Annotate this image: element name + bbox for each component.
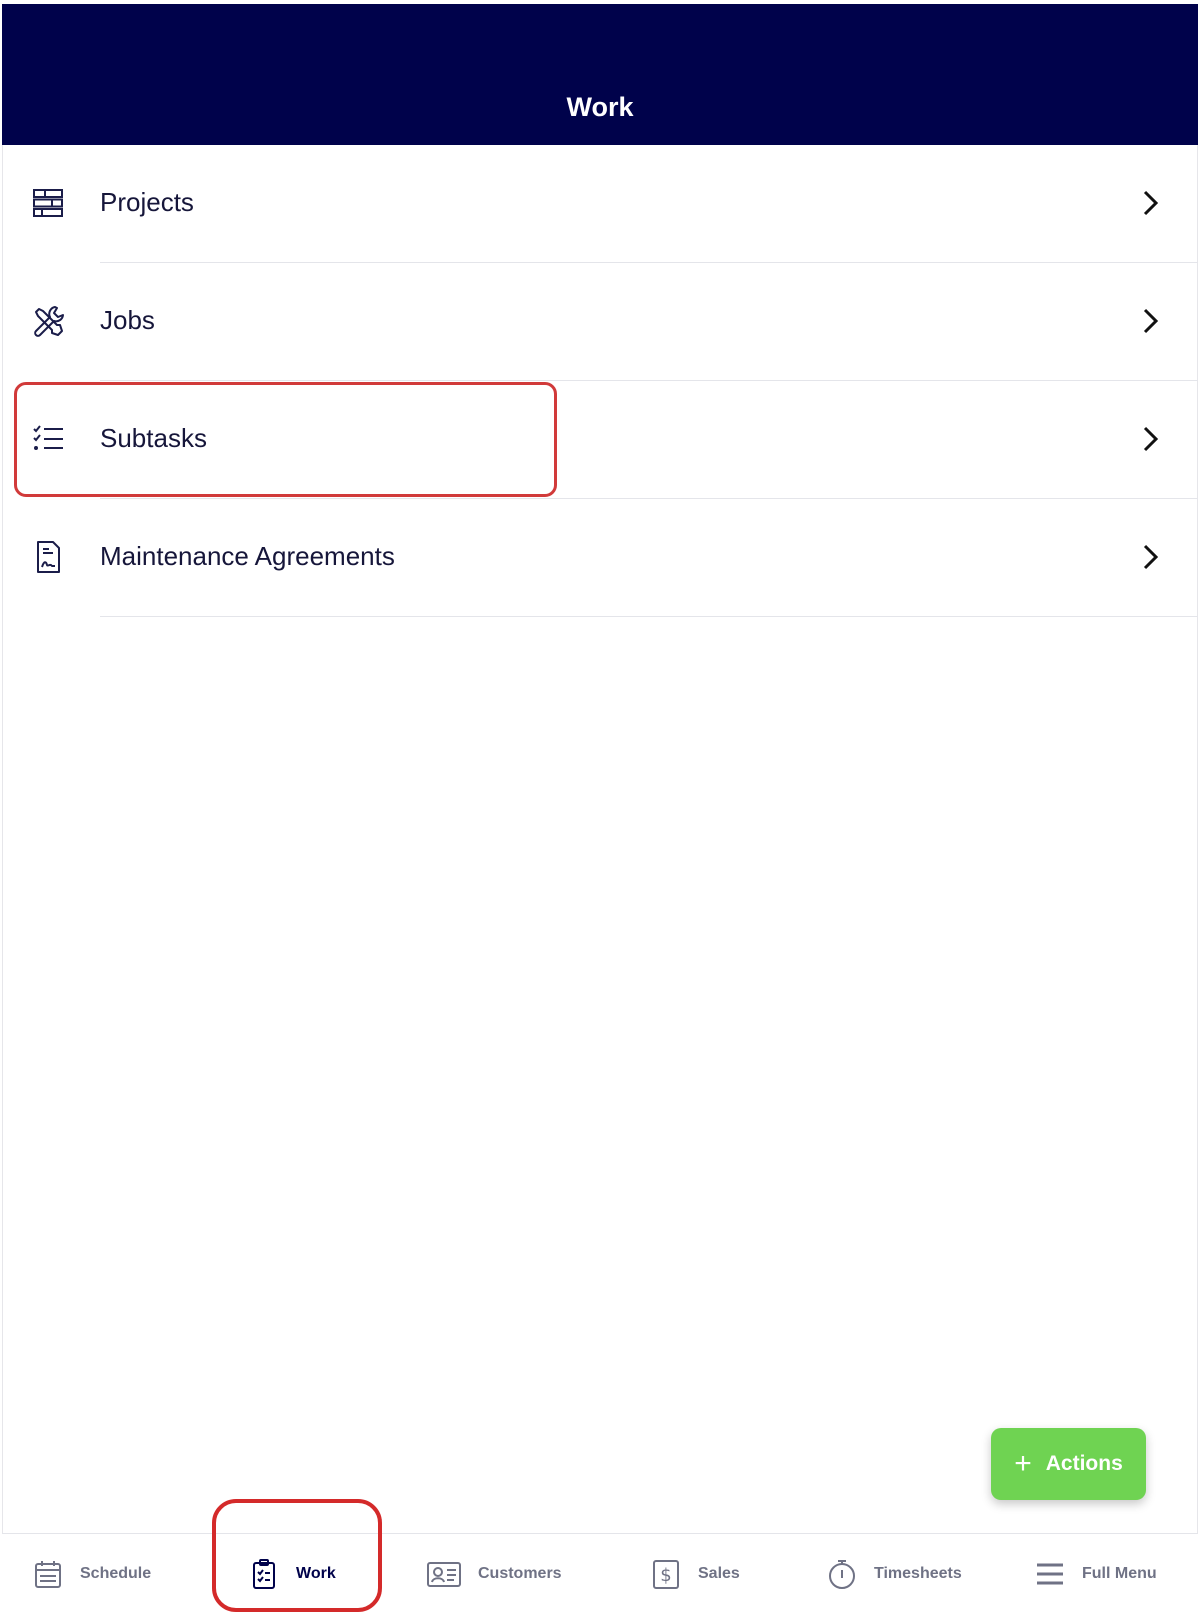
nav-label: Schedule [80, 1564, 152, 1582]
menu-item-subtasks[interactable]: Subtasks [2, 381, 1198, 499]
dollar-icon: $ [650, 1558, 682, 1590]
menu-item-projects[interactable]: Projects [2, 145, 1198, 263]
calendar-icon [32, 1558, 64, 1590]
divider [100, 616, 1198, 617]
clipboard-checklist-icon [248, 1558, 280, 1590]
agreement-document-icon [30, 539, 66, 575]
nav-label: Full Menu [1082, 1564, 1157, 1582]
work-menu-list: Projects Jobs Subtasks Maintenance Agree… [2, 145, 1198, 617]
bottom-navigation: Schedule Work Customers $ Sales Timeshee… [2, 1533, 1198, 1613]
nav-label: Timesheets [874, 1564, 962, 1582]
stopwatch-icon [826, 1558, 858, 1590]
chevron-right-icon [1140, 543, 1162, 571]
menu-item-label: Maintenance Agreements [100, 541, 395, 571]
nav-schedule[interactable]: Schedule [32, 1534, 151, 1613]
nav-label: Sales [698, 1564, 740, 1582]
nav-sales[interactable]: $ Sales [650, 1534, 740, 1613]
tools-icon [30, 303, 66, 339]
chevron-right-icon [1140, 189, 1162, 217]
hamburger-menu-icon [1034, 1558, 1066, 1590]
page-title: Work [566, 92, 634, 122]
nav-label: Customers [478, 1564, 562, 1582]
menu-item-label: Subtasks [100, 423, 207, 453]
actions-label: Actions [1045, 1452, 1123, 1475]
menu-item-jobs[interactable]: Jobs [2, 263, 1198, 381]
nav-customers[interactable]: Customers [426, 1534, 562, 1613]
chevron-right-icon [1140, 307, 1162, 335]
svg-text:$: $ [660, 1565, 671, 1586]
id-card-icon [426, 1558, 462, 1590]
menu-item-label: Jobs [100, 305, 155, 335]
projects-icon [30, 185, 66, 221]
nav-full-menu[interactable]: Full Menu [1034, 1534, 1157, 1613]
menu-item-label: Projects [100, 187, 194, 217]
menu-item-maintenance-agreements[interactable]: Maintenance Agreements [2, 499, 1198, 617]
chevron-right-icon [1140, 425, 1162, 453]
nav-work[interactable]: Work [248, 1534, 336, 1613]
actions-button[interactable]: + Actions [991, 1428, 1146, 1500]
nav-timesheets[interactable]: Timesheets [826, 1534, 962, 1613]
top-bar: Work [2, 4, 1198, 145]
nav-label: Work [296, 1564, 336, 1582]
checklist-icon [30, 421, 66, 457]
plus-icon: + [1014, 1447, 1032, 1480]
